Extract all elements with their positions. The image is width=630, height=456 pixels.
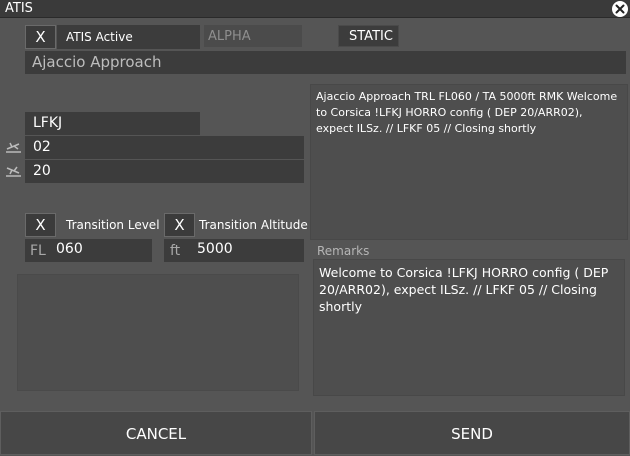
transition-level-unit: FL bbox=[30, 243, 46, 259]
window-title: ATIS bbox=[5, 1, 33, 16]
transition-level-checkbox[interactable]: X bbox=[25, 213, 56, 237]
transition-altitude-checkbox[interactable]: X bbox=[164, 213, 195, 237]
transition-altitude-label: Transition Altitude bbox=[199, 218, 308, 232]
station-name-field[interactable]: Ajaccio Approach bbox=[25, 51, 626, 74]
arrival-runway-field[interactable]: 20 bbox=[25, 160, 304, 183]
arrival-runway-icon bbox=[5, 165, 22, 177]
extra-info-panel bbox=[17, 274, 299, 391]
static-mode-button[interactable]: STATIC bbox=[338, 25, 399, 47]
departure-runway-icon bbox=[5, 141, 22, 153]
transition-altitude-field[interactable]: ft 5000 bbox=[164, 239, 304, 262]
atis-letter-value: ALPHA bbox=[208, 29, 251, 44]
transition-altitude-unit: ft bbox=[170, 243, 181, 259]
close-icon[interactable] bbox=[612, 1, 628, 17]
transition-level-field[interactable]: FL 060 bbox=[25, 239, 152, 262]
station-name-value: Ajaccio Approach bbox=[32, 53, 162, 71]
transition-level-label: Transition Level bbox=[66, 218, 160, 232]
departure-runway-field[interactable]: 02 bbox=[25, 136, 304, 159]
transition-altitude-value: 5000 bbox=[197, 241, 233, 257]
remarks-textarea[interactable]: Welcome to Corsica !LFKJ HORRO config ( … bbox=[313, 259, 625, 396]
atis-active-checkbox[interactable]: X bbox=[25, 25, 56, 49]
send-button[interactable]: SEND bbox=[314, 411, 630, 455]
atis-preview-text: Ajaccio Approach TRL FL060 / TA 5000ft R… bbox=[310, 84, 628, 240]
transition-level-value: 060 bbox=[56, 241, 83, 257]
atis-letter-field[interactable]: ALPHA bbox=[204, 25, 302, 47]
title-bar: ATIS bbox=[0, 0, 630, 18]
airport-field[interactable]: LFKJ bbox=[25, 112, 200, 135]
atis-active-label: ATIS Active bbox=[66, 30, 133, 44]
static-mode-label: STATIC bbox=[349, 29, 393, 44]
remarks-label: Remarks bbox=[317, 244, 370, 258]
cancel-button[interactable]: CANCEL bbox=[0, 411, 312, 455]
